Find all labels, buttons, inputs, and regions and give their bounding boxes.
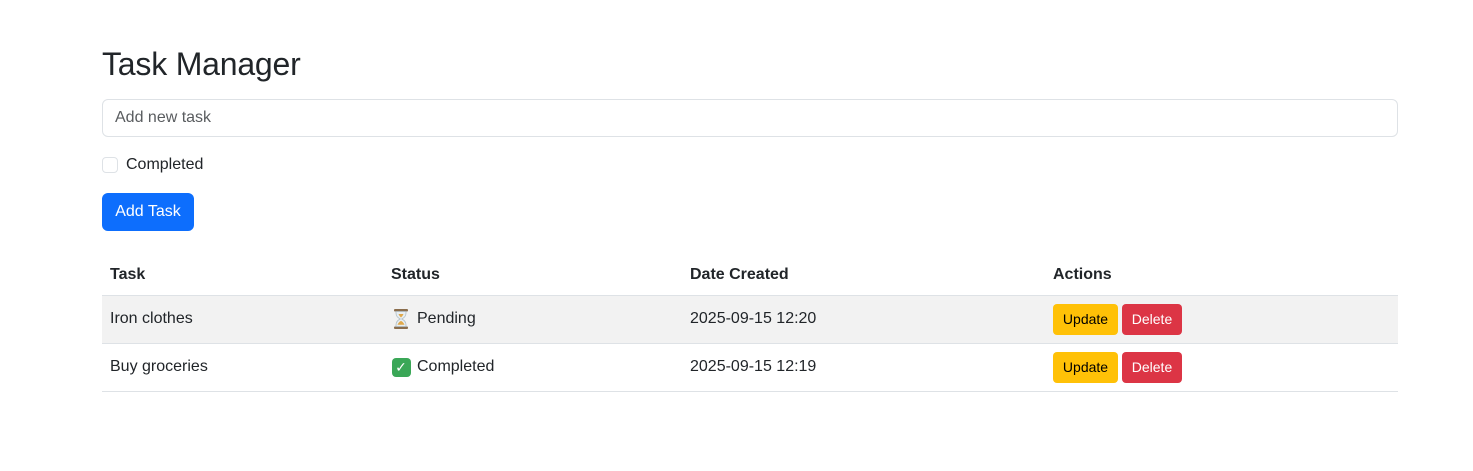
update-button[interactable]: Update (1053, 351, 1118, 383)
status-text: Pending (417, 310, 476, 327)
hourglass-icon (391, 309, 411, 329)
table-row: Iron clothes Pending 2025-09-15 12:20 Up… (102, 295, 1398, 344)
column-header-date: Date Created (682, 256, 1045, 296)
date-created: 2025-09-15 12:19 (682, 343, 1045, 392)
column-header-actions: Actions (1045, 256, 1398, 296)
tasks-table: Task Status Date Created Actions Iron cl… (102, 256, 1398, 392)
page-title: Task Manager (102, 46, 301, 82)
completed-checkbox-label: Completed (126, 156, 204, 173)
completed-checkbox[interactable] (102, 157, 118, 173)
actions-cell: Update Delete (1045, 343, 1398, 392)
actions-cell: Update Delete (1045, 295, 1398, 344)
new-task-input[interactable] (102, 99, 1398, 137)
delete-button[interactable]: Delete (1122, 303, 1182, 335)
completed-checkbox-row[interactable]: Completed (102, 155, 203, 175)
check-mark-icon: ✓ (391, 357, 411, 377)
status-text: Completed (417, 358, 495, 375)
status-cell: Pending (383, 295, 682, 344)
column-header-task: Task (102, 256, 383, 296)
status-cell: ✓ Completed (383, 343, 682, 392)
update-button[interactable]: Update (1053, 303, 1118, 335)
delete-button[interactable]: Delete (1122, 351, 1182, 383)
column-header-status: Status (383, 256, 682, 296)
table-header-row: Task Status Date Created Actions (102, 256, 1398, 296)
table-row: Buy groceries ✓ Completed 2025-09-15 12:… (102, 343, 1398, 392)
task-name: Iron clothes (102, 295, 383, 344)
date-created: 2025-09-15 12:20 (682, 295, 1045, 344)
task-name: Buy groceries (102, 343, 383, 392)
add-task-button[interactable]: Add Task (102, 193, 194, 231)
